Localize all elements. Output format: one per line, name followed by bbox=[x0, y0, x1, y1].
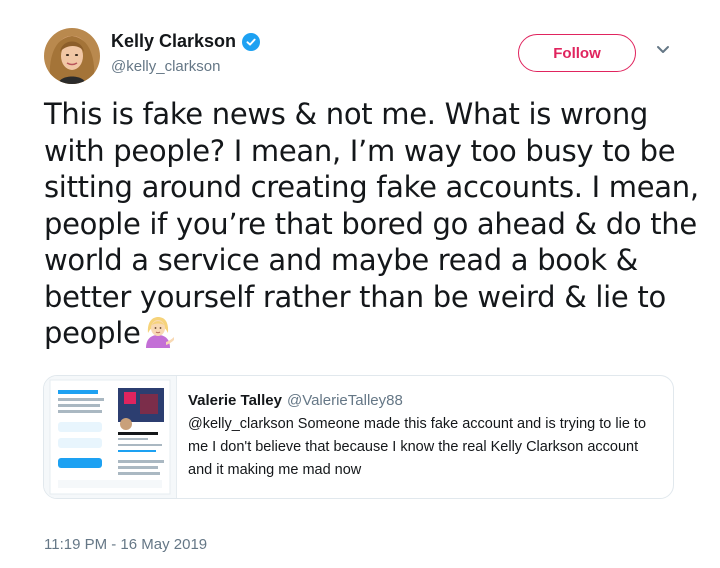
woman-tipping-hand-emoji bbox=[145, 317, 174, 348]
profile-avatar[interactable] bbox=[44, 28, 100, 84]
author-name-text: Kelly Clarkson bbox=[111, 31, 237, 51]
tweet-body: This is fake news & not me. What is wron… bbox=[44, 96, 704, 352]
screenshot-thumbnail bbox=[44, 376, 177, 498]
chevron-down-icon[interactable] bbox=[656, 45, 670, 55]
tweet-text: This is fake news & not me. What is wron… bbox=[44, 97, 699, 350]
quoted-tweet-text: @kelly_clarkson Someone made this fake a… bbox=[188, 416, 647, 478]
quoted-author[interactable]: Valerie Talley @ValerieTalley88 bbox=[188, 392, 403, 409]
author-name[interactable]: Kelly Clarkson bbox=[111, 31, 261, 52]
author-handle[interactable]: @kelly_clarkson bbox=[111, 58, 220, 75]
quoted-author-name: Valerie Talley bbox=[188, 392, 282, 409]
tweet-timestamp[interactable]: 11:19 PM - 16 May 2019 bbox=[44, 536, 207, 553]
avatar-image bbox=[49, 36, 95, 84]
quoted-author-handle: @ValerieTalley88 bbox=[286, 392, 403, 409]
follow-button[interactable]: Follow bbox=[518, 34, 636, 72]
verified-badge-icon bbox=[242, 32, 261, 51]
